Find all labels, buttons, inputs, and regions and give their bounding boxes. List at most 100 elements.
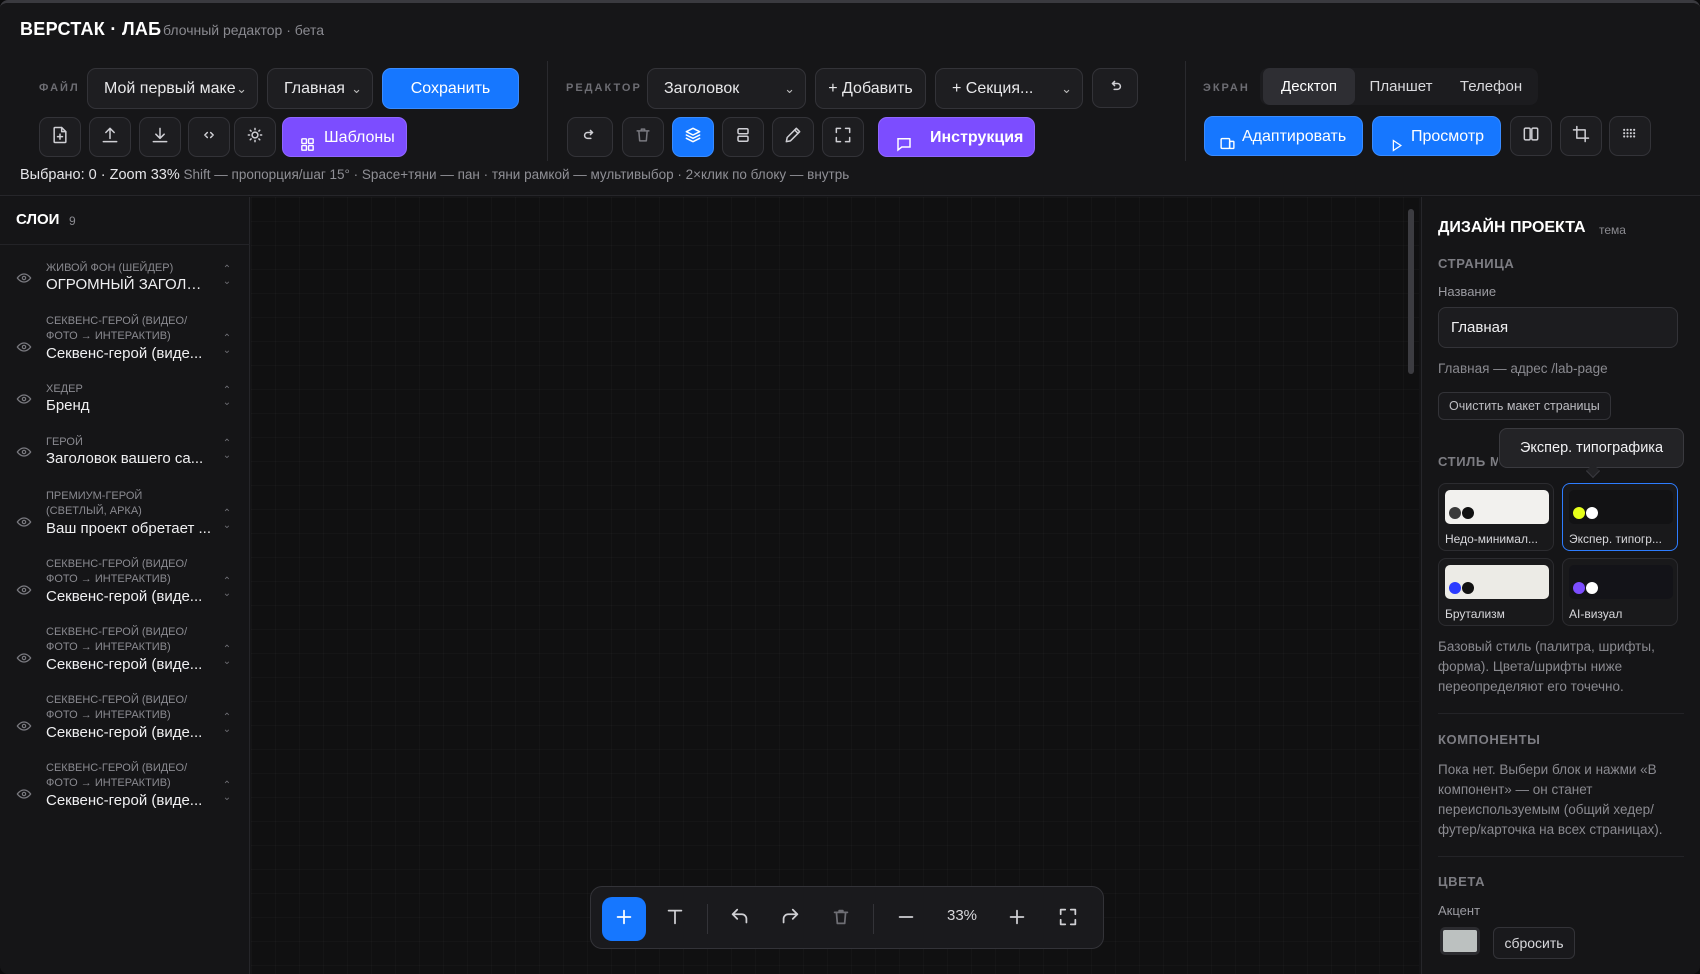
reorder-arrows-icon[interactable]: ⌃ ⌄ — [221, 333, 233, 357]
tab-tablet[interactable]: Планшет — [1357, 68, 1445, 105]
theme-button[interactable] — [234, 117, 276, 157]
layer-item[interactable]: СЕКВЕНС-ГЕРОЙ (ВИДЕО/ФОТО → ИНТЕРАКТИВ) С… — [0, 693, 250, 746]
layer-item[interactable]: ХЕДЕР Бренд ⌃ ⌄ — [0, 382, 250, 419]
block-select[interactable]: Заголовок ⌄ — [647, 68, 806, 109]
tab-desktop[interactable]: Десктоп — [1263, 68, 1355, 105]
eye-icon[interactable] — [16, 718, 32, 738]
color-dot — [1462, 507, 1474, 519]
reset-accent-button[interactable]: сбросить — [1493, 927, 1575, 959]
delete-button[interactable] — [622, 117, 664, 157]
adapt-button[interactable]: Адаптировать — [1204, 116, 1363, 156]
style-hint: Базовый стиль (палитра, шрифты, форма). … — [1438, 639, 1655, 694]
layer-name: Секвенс-герой (виде... — [46, 656, 203, 673]
undo-icon — [1105, 76, 1125, 100]
crop-button[interactable] — [1560, 116, 1602, 156]
save-button[interactable]: Сохранить — [382, 68, 519, 109]
chevron-down-icon: ⌄ — [236, 81, 247, 96]
project-select-value: Мой первый маке — [104, 80, 236, 97]
palette-dots — [1573, 506, 1599, 523]
eye-icon[interactable] — [16, 339, 32, 359]
components-section-title: КОМПОНЕНТЫ — [1438, 732, 1541, 747]
eye-icon[interactable] — [16, 391, 32, 411]
eye-icon[interactable] — [16, 270, 32, 290]
zoom-out-icon — [895, 906, 917, 932]
play-icon — [1389, 129, 1404, 168]
zoom-in-button[interactable] — [995, 897, 1039, 941]
style-card[interactable]: Недо-минимал... — [1438, 483, 1554, 551]
layer-category: СЕКВЕНС-ГЕРОЙ (ВИДЕО/ФОТО → ИНТЕРАКТИВ) — [46, 558, 188, 585]
section-select[interactable]: + Секция... ⌄ — [935, 68, 1083, 109]
code-button[interactable] — [188, 117, 230, 157]
chevron-down-icon: ⌄ — [1061, 81, 1072, 96]
split-view-button[interactable] — [1510, 116, 1552, 156]
layer-category: СЕКВЕНС-ГЕРОЙ (ВИДЕО/ФОТО → ИНТЕРАКТИВ) — [46, 626, 188, 653]
text-tool-button[interactable] — [653, 897, 697, 941]
page-select[interactable]: Главная ⌄ — [267, 68, 373, 109]
upload-button[interactable] — [89, 117, 131, 157]
project-select[interactable]: Мой первый маке ⌄ — [87, 68, 258, 109]
brand-title: ВЕРСТАК · ЛАБ — [20, 19, 162, 39]
layer-item[interactable]: ЖИВОЙ ФОН (ШЕЙДЕР) ОГРОМНЫЙ ЗАГОЛОВ... ⌃ ⌄ — [0, 261, 250, 298]
reorder-arrows-icon[interactable]: ⌃ ⌄ — [221, 264, 233, 288]
redo-button[interactable] — [567, 117, 613, 157]
stack-button[interactable] — [722, 117, 764, 157]
fullscreen-button[interactable] — [1046, 897, 1090, 941]
clear-page-button[interactable]: Очистить макет страницы — [1438, 392, 1611, 420]
eye-icon[interactable] — [16, 582, 32, 602]
style-card[interactable]: AI-визуал — [1562, 558, 1678, 626]
dock-delete-button[interactable] — [819, 897, 863, 941]
style-card[interactable]: Брутализм — [1438, 558, 1554, 626]
expand-button[interactable] — [822, 117, 864, 157]
zoom-out-button[interactable] — [884, 897, 928, 941]
eye-icon[interactable] — [16, 444, 32, 464]
tab-phone[interactable]: Телефон — [1447, 68, 1535, 105]
color-dot — [1573, 507, 1585, 519]
pen-button[interactable] — [772, 117, 814, 157]
download-button[interactable] — [139, 117, 181, 157]
layer-item[interactable]: СЕКВЕНС-ГЕРОЙ (ВИДЕО/ФОТО → ИНТЕРАКТИВ) С… — [0, 314, 250, 367]
canvas[interactable] — [251, 197, 1419, 974]
eye-icon[interactable] — [16, 514, 32, 534]
accent-color-swatch[interactable] — [1440, 927, 1480, 955]
color-dot — [1586, 582, 1598, 594]
stack-icon — [733, 125, 753, 149]
layers-button[interactable] — [672, 117, 714, 157]
new-file-button[interactable] — [39, 117, 81, 157]
reorder-arrows-icon[interactable]: ⌃ ⌄ — [221, 712, 233, 736]
colors-section-title: ЦВЕТА — [1438, 874, 1486, 889]
layer-item[interactable]: ГЕРОЙ Заголовок вашего са... ⌃ ⌄ — [0, 435, 250, 472]
dock-redo-button[interactable] — [768, 897, 812, 941]
style-card[interactable]: Экспер. типогр... — [1562, 483, 1678, 551]
reorder-arrows-icon[interactable]: ⌃ ⌄ — [221, 508, 233, 532]
reorder-arrows-icon[interactable]: ⌃ ⌄ — [221, 385, 233, 409]
templates-button[interactable]: Шаблоны — [282, 117, 407, 157]
layer-item[interactable]: ПРЕМИУМ-ГЕРОЙ (СВЕТЛЫЙ, АРКА) Ваш проект … — [0, 489, 250, 542]
add-block-button[interactable]: + Добавить — [815, 68, 926, 109]
divider — [1438, 856, 1684, 857]
style-card-label: AI-визуал — [1569, 607, 1623, 621]
add-element-button[interactable] — [602, 897, 646, 941]
undo-button[interactable] — [1092, 68, 1138, 108]
instruction-button[interactable]: Инструкция — [878, 117, 1035, 157]
design-panel: ДИЗАЙН ПРОЕКТА тема СТРАНИЦА Название Гл… — [1421, 197, 1700, 974]
brand-subtitle: блочный редактор · бета — [163, 22, 324, 38]
reorder-arrows-icon[interactable]: ⌃ ⌄ — [221, 438, 233, 462]
layer-name: Секвенс-герой (виде... — [46, 724, 203, 741]
templates-label: Шаблоны — [324, 129, 395, 146]
page-name-input[interactable]: Главная — [1438, 307, 1678, 348]
dock-undo-button[interactable] — [718, 897, 762, 941]
reorder-arrows-icon[interactable]: ⌃ ⌄ — [221, 576, 233, 600]
canvas-scrollbar[interactable] — [1408, 209, 1414, 374]
block-select-value: Заголовок — [664, 80, 740, 97]
adapt-label: Адаптировать — [1242, 128, 1347, 145]
preview-label: Просмотр — [1411, 128, 1485, 145]
preview-button[interactable]: Просмотр — [1372, 116, 1501, 156]
grid-button[interactable] — [1609, 116, 1651, 156]
layer-item[interactable]: СЕКВЕНС-ГЕРОЙ (ВИДЕО/ФОТО → ИНТЕРАКТИВ) С… — [0, 625, 250, 678]
reorder-arrows-icon[interactable]: ⌃ ⌄ — [221, 780, 233, 804]
reorder-arrows-icon[interactable]: ⌃ ⌄ — [221, 644, 233, 668]
layer-item[interactable]: СЕКВЕНС-ГЕРОЙ (ВИДЕО/ФОТО → ИНТЕРАКТИВ) С… — [0, 761, 250, 814]
eye-icon[interactable] — [16, 650, 32, 670]
layer-item[interactable]: СЕКВЕНС-ГЕРОЙ (ВИДЕО/ФОТО → ИНТЕРАКТИВ) С… — [0, 557, 250, 610]
eye-icon[interactable] — [16, 786, 32, 806]
